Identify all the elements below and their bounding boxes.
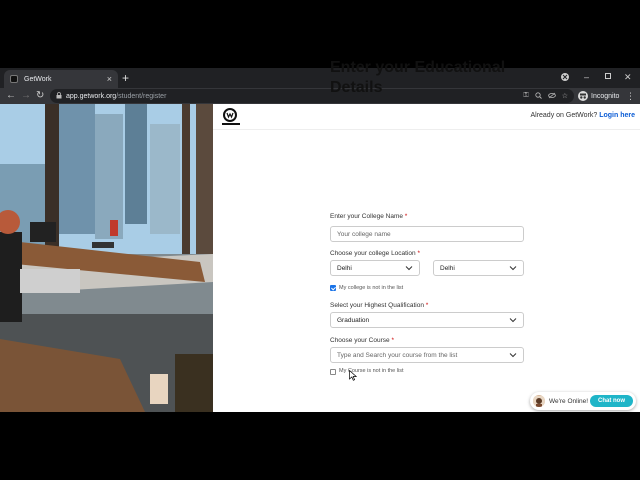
page-title-line1: Enter your Educational (330, 59, 506, 76)
chevron-down-icon (509, 266, 517, 271)
course-label-text: Choose your Course (330, 337, 390, 344)
qualification-select[interactable]: Graduation (330, 312, 524, 328)
page-header: Already on GetWork? Login here (213, 104, 640, 130)
page-title: Enter your Educational Details (330, 58, 550, 98)
course-not-listed-checkbox[interactable] (330, 369, 336, 375)
url-path: /student/register (116, 92, 167, 100)
incognito-badge[interactable]: Incognito (578, 89, 619, 103)
browser-menu-icon[interactable]: ⋮ (626, 89, 635, 103)
course-select[interactable]: Type and Search your course from the lis… (330, 347, 524, 363)
college-name-label-text: Enter your College Name (330, 213, 403, 220)
college-not-listed-checkbox[interactable] (330, 285, 336, 291)
office-photo (0, 104, 213, 412)
url-host: app.getwork.org (66, 92, 117, 100)
college-name-placeholder: Your college name (337, 230, 391, 238)
chat-status: We're Online! (549, 397, 589, 405)
star-icon[interactable]: ☆ (562, 92, 568, 100)
close-window-icon[interactable]: ✕ (624, 72, 632, 82)
qualification-value: Graduation (337, 316, 370, 324)
state-select[interactable]: Delhi (330, 260, 420, 276)
lock-icon (56, 91, 62, 101)
college-name-input[interactable]: Your college name (330, 226, 524, 242)
incognito-icon (578, 91, 588, 101)
qualification-label-text: Select your Highest Qualification (330, 302, 424, 309)
getwork-logo[interactable] (220, 107, 242, 127)
required-mark: * (404, 213, 408, 220)
chat-widget[interactable]: We're Online! Chat now (530, 392, 636, 410)
maximize-icon[interactable] (604, 72, 612, 82)
back-icon[interactable]: ← (6, 89, 16, 103)
college-not-listed-label[interactable]: My college is not in the list (339, 285, 403, 291)
tab-title: GetWork (24, 75, 52, 83)
required-mark: * (391, 337, 394, 344)
state-value: Delhi (337, 264, 352, 272)
browser-tab[interactable]: GetWork × (4, 70, 118, 88)
minimize-icon[interactable]: – (584, 72, 589, 82)
location-label: Choose your college Location * (330, 250, 420, 257)
college-name-label: Enter your College Name * (330, 213, 407, 220)
page-viewport: Already on GetWork? Login here (0, 104, 640, 412)
login-prompt: Already on GetWork? Login here (530, 112, 635, 119)
chevron-down-icon (509, 353, 517, 358)
chevron-down-icon (405, 266, 413, 271)
already-text: Already on GetWork? (530, 112, 598, 119)
required-mark: * (425, 302, 429, 309)
mouse-cursor-icon (349, 370, 357, 381)
chat-agent-avatar (533, 395, 545, 407)
page-title-line2: Details (330, 79, 383, 96)
chevron-down-icon (509, 318, 517, 323)
new-tab-icon[interactable]: + (122, 71, 129, 85)
course-placeholder: Type and Search your course from the lis… (337, 351, 458, 359)
required-mark: * (417, 250, 420, 257)
url-text: app.getwork.org/student/register (66, 93, 166, 100)
chat-now-button[interactable]: Chat now (590, 395, 633, 407)
favicon-icon (10, 75, 18, 83)
qualification-label: Select your Highest Qualification * (330, 302, 428, 309)
course-label: Choose your Course * (330, 337, 394, 344)
city-value: Delhi (440, 264, 455, 272)
reload-icon[interactable]: ↻ (36, 89, 44, 103)
incognito-label: Incognito (591, 92, 620, 100)
tab-search-icon[interactable] (560, 72, 570, 84)
location-label-text: Choose your college Location (330, 250, 416, 257)
login-link[interactable]: Login here (599, 112, 635, 119)
city-select[interactable]: Delhi (433, 260, 524, 276)
tab-close-icon[interactable]: × (107, 74, 112, 84)
forward-icon[interactable]: → (21, 89, 31, 103)
screen: GetWork × + – ✕ ← → ↻ app.getwork.org/st… (0, 0, 640, 480)
